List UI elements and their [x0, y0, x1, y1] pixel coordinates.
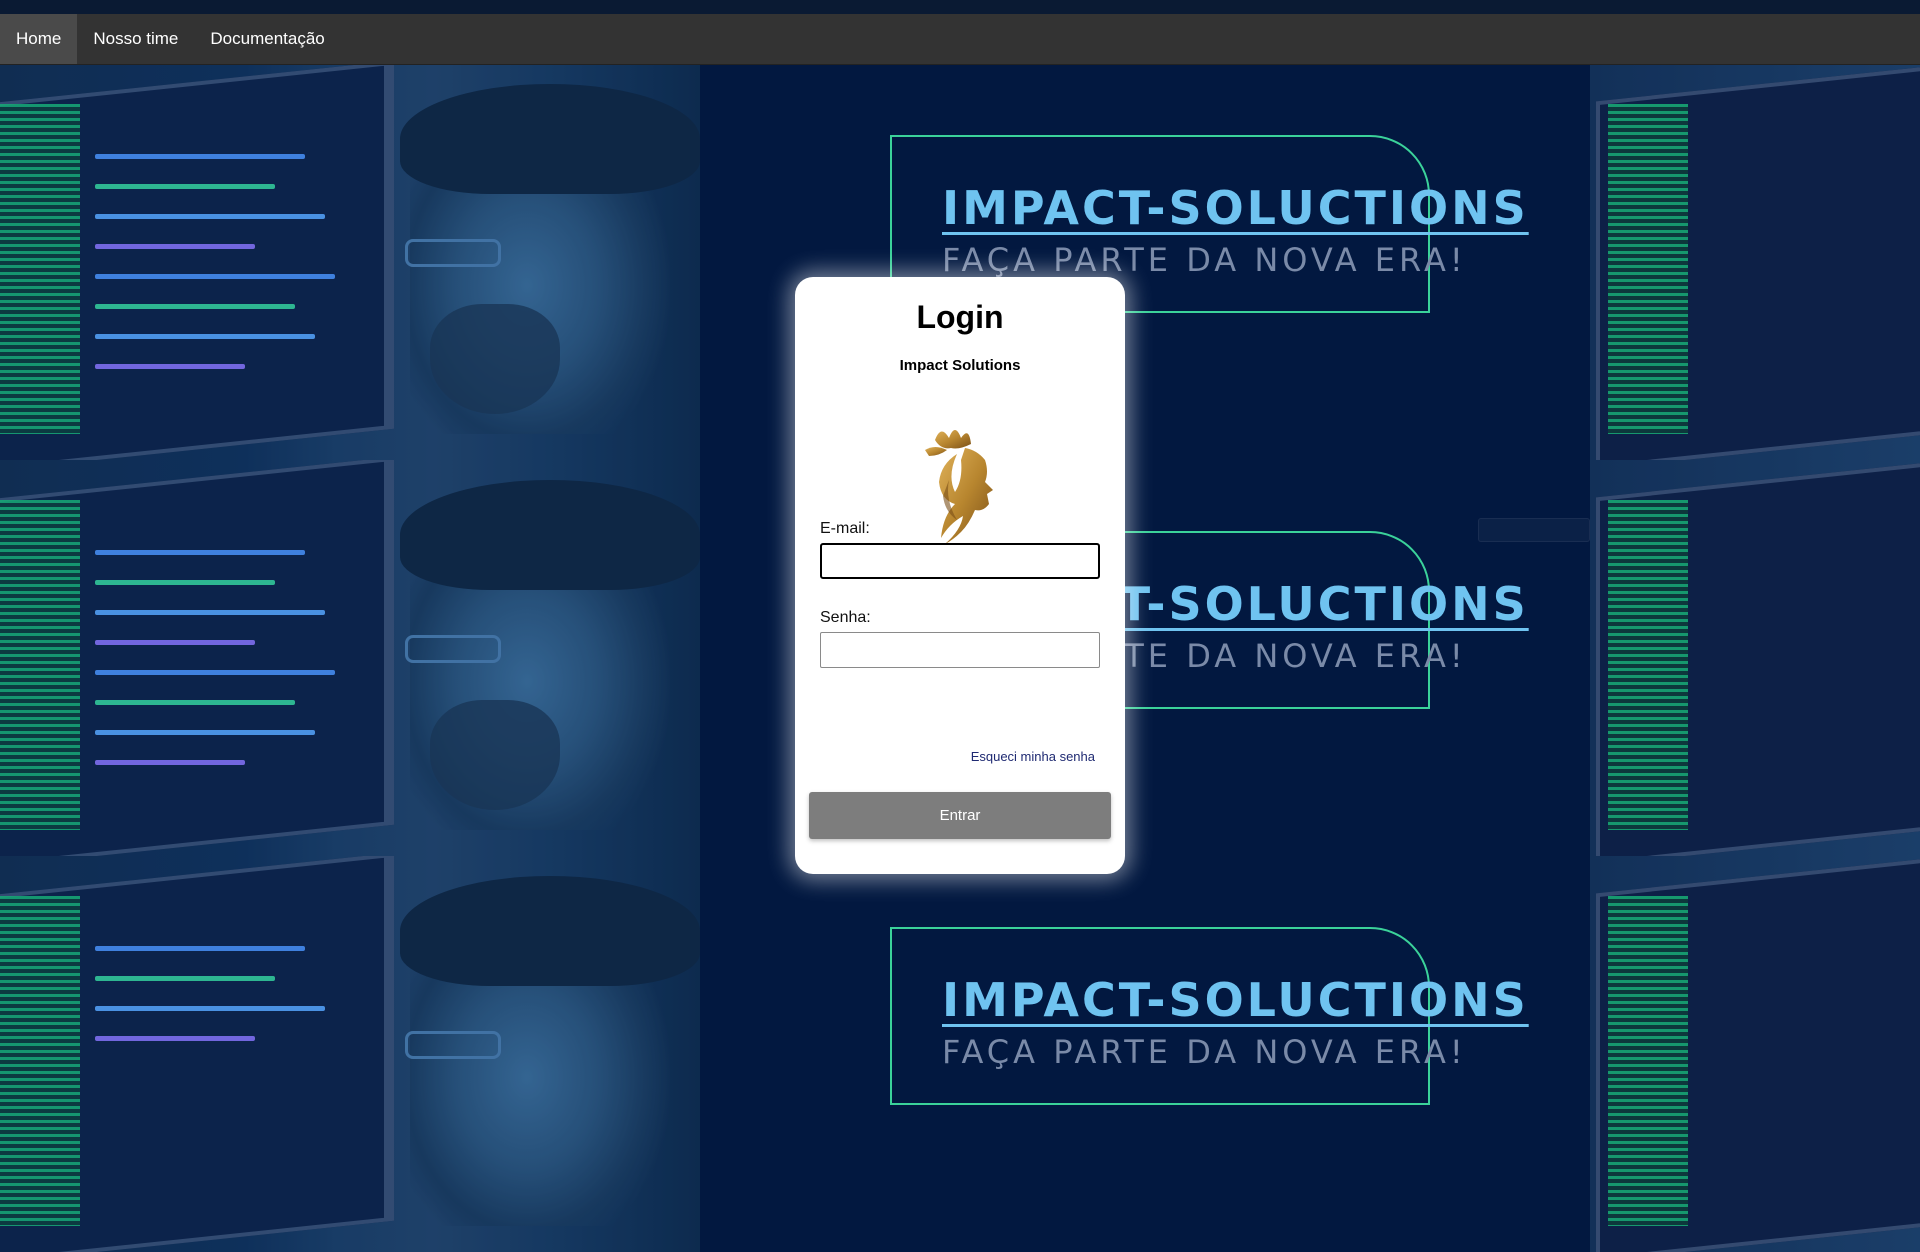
- background-photo-tile: [1590, 64, 1920, 460]
- password-field[interactable]: [820, 632, 1100, 668]
- top-strip: [0, 0, 1920, 14]
- woman-profile-lotus-logo-icon: [925, 430, 993, 544]
- brand-banner: IMPACT-SOLUCTIONS FAÇA PARTE DA NOVA ERA…: [890, 927, 1526, 1105]
- login-title: Login: [916, 299, 1004, 335]
- nav-documentacao[interactable]: Documentação: [194, 14, 340, 64]
- background-photo-tile: [1590, 856, 1920, 1252]
- nav-nosso-time[interactable]: Nosso time: [77, 14, 194, 64]
- login-card: Login Impact Solutions E-mail: Senha: Es…: [795, 277, 1125, 874]
- ghost-input: [1478, 518, 1590, 542]
- banner-subtitle: FAÇA PARTE DA NOVA ERA!: [942, 1033, 1467, 1071]
- email-field[interactable]: [820, 543, 1100, 579]
- background-photo-tile: [0, 64, 700, 460]
- background-photo-tile: [0, 460, 700, 856]
- top-navbar: Home Nosso time Documentação: [0, 14, 1920, 65]
- nav-home[interactable]: Home: [0, 14, 78, 64]
- email-label: E-mail:: [820, 520, 870, 537]
- banner-title: IMPACT-SOLUCTIONS: [942, 181, 1529, 235]
- banner-subtitle: FAÇA PARTE DA NOVA ERA!: [942, 241, 1467, 279]
- login-subtitle: Impact Solutions: [899, 357, 1021, 374]
- forgot-password-link[interactable]: Esqueci minha senha: [971, 749, 1095, 764]
- background-photo-tile: [0, 856, 700, 1252]
- login-submit-button[interactable]: Entrar: [809, 792, 1111, 839]
- banner-title: IMPACT-SOLUCTIONS: [942, 973, 1529, 1027]
- password-label: Senha:: [820, 609, 871, 626]
- background-photo-tile: [1590, 460, 1920, 856]
